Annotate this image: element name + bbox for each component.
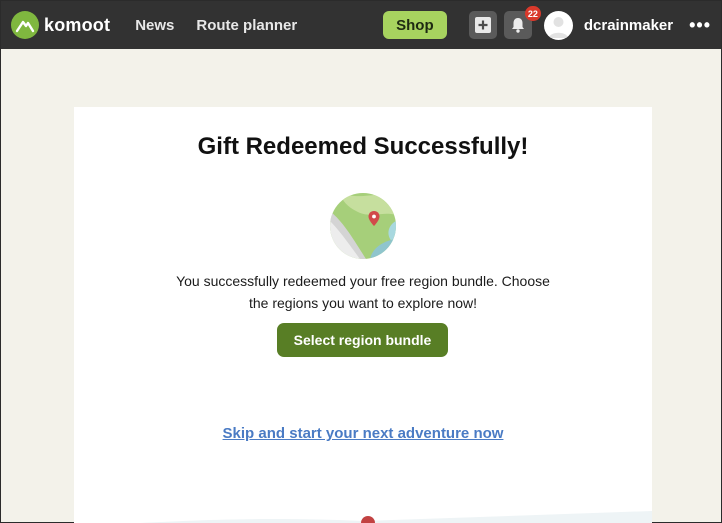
nav-news[interactable]: News bbox=[135, 17, 174, 34]
success-message-line-1: You successfully redeemed your free regi… bbox=[176, 273, 550, 289]
map-pin-icon bbox=[330, 193, 396, 259]
more-horizontal-icon[interactable]: ••• bbox=[689, 16, 711, 34]
komoot-logo[interactable]: komoot bbox=[11, 11, 110, 39]
username[interactable]: dcrainmaker bbox=[584, 17, 673, 34]
gift-redeemed-card: Gift Redeemed Successfully! You successf… bbox=[74, 107, 652, 523]
plus-square-icon bbox=[474, 17, 491, 33]
notifications-button[interactable]: 22 bbox=[503, 6, 541, 39]
bell-icon bbox=[511, 18, 524, 33]
user-avatar-icon[interactable] bbox=[543, 10, 573, 40]
brand-name: komoot bbox=[44, 14, 111, 35]
skip-link[interactable]: Skip and start your next adventure now bbox=[74, 425, 652, 442]
nav-route-planner[interactable]: Route planner bbox=[196, 17, 297, 34]
page-title: Gift Redeemed Successfully! bbox=[197, 133, 529, 160]
komoot-logo-icon bbox=[11, 11, 39, 39]
select-region-bundle-button[interactable]: Select region bundle bbox=[277, 323, 448, 357]
notification-count-badge: 22 bbox=[524, 6, 541, 21]
success-message-line-2: the regions you want to explore now! bbox=[248, 295, 478, 311]
bottom-illustration bbox=[140, 511, 652, 523]
add-button[interactable] bbox=[468, 11, 497, 39]
success-message: You successfully redeemed your free regi… bbox=[158, 270, 568, 314]
top-navigation-bar: komoot News Route planner Shop 22 dcrain… bbox=[1, 1, 721, 49]
shop-button[interactable]: Shop bbox=[382, 11, 447, 39]
